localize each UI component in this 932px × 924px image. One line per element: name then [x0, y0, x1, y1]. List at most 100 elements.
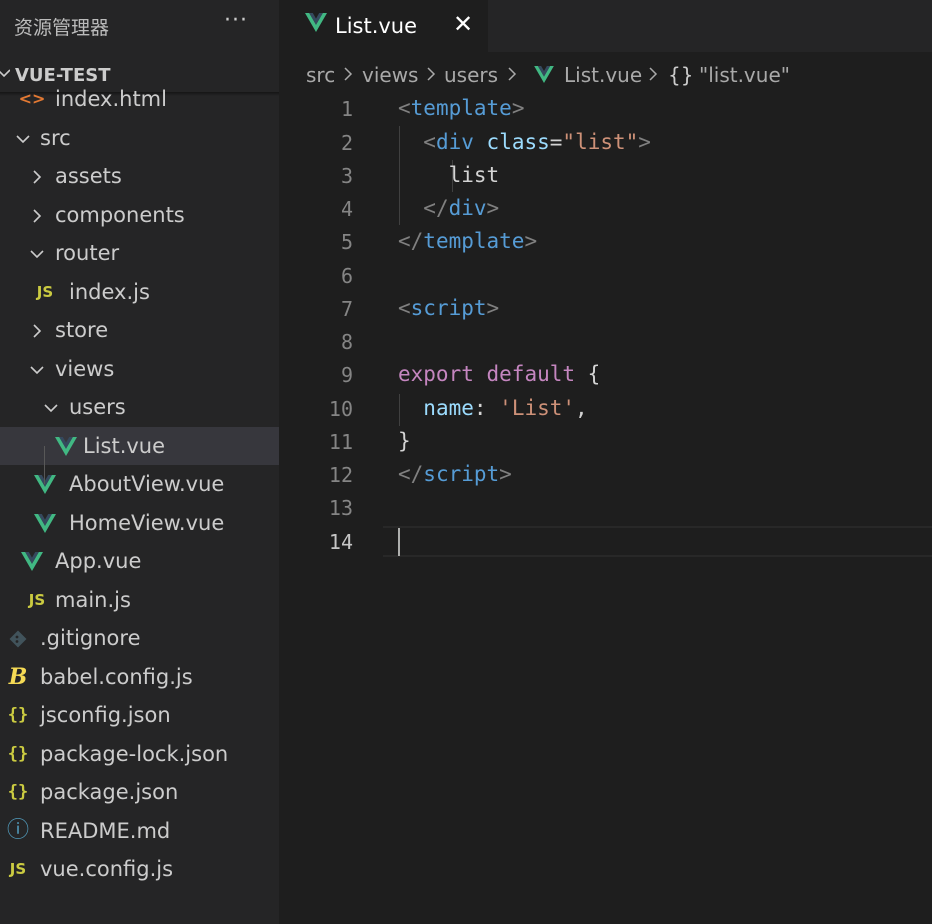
tree-item-jsconfig-json[interactable]: {} jsconfig.json: [0, 696, 279, 734]
explorer-title: 资源管理器: [14, 17, 110, 39]
tree-item-list-vue[interactable]: List.vue: [0, 427, 279, 465]
tree-item-label: .gitignore: [40, 626, 141, 650]
chevron-down-icon: [7, 119, 39, 157]
code-token: }: [398, 429, 411, 453]
code-token: div: [435, 130, 474, 154]
breadcrumb-item-symbol[interactable]: "list.vue": [699, 63, 790, 87]
code-token: </: [398, 229, 424, 253]
tree-item-label: views: [55, 357, 115, 381]
code-token: >: [524, 229, 538, 253]
code-line: export default {: [398, 362, 600, 386]
js-icon: JS: [9, 860, 27, 878]
text-cursor: [398, 528, 400, 556]
chevron-right-icon: [343, 64, 353, 89]
tree-item-label: router: [55, 241, 120, 265]
line-number: 9: [340, 363, 353, 387]
breadcrumb-item-users[interactable]: users: [444, 63, 498, 87]
code-token: >: [511, 96, 525, 120]
breadcrumb-item-file[interactable]: List.vue: [564, 63, 642, 87]
code-token: div: [448, 196, 487, 220]
code-token: script: [410, 296, 487, 320]
js-icon: JS: [28, 591, 46, 609]
chevron-down-icon: [21, 350, 53, 388]
line-number: 13: [328, 496, 353, 520]
tree-item-index-html[interactable]: <> index.html: [0, 80, 279, 118]
code-token: =: [549, 130, 563, 154]
tree-item-label: App.vue: [55, 549, 142, 573]
tree-item-package-json[interactable]: {} package.json: [0, 773, 279, 811]
info-icon: ⓘ: [6, 818, 29, 843]
code-line: name: 'List',: [398, 396, 588, 420]
breadcrumb-item-views[interactable]: views: [362, 63, 418, 87]
code-token: "list": [562, 130, 639, 154]
tree-item-src[interactable]: src: [0, 119, 279, 157]
tree-item-router[interactable]: router: [0, 234, 279, 272]
code-token: >: [638, 130, 651, 154]
tree-item-label: HomeView.vue: [69, 511, 225, 535]
code-token: >: [486, 196, 500, 220]
vue-icon: [305, 13, 327, 36]
code-token: 'List': [499, 396, 576, 420]
tree-item-index-js[interactable]: JS index.js: [0, 273, 279, 311]
breadcrumb-item-src[interactable]: src: [306, 63, 335, 87]
code-line: <div class="list">: [398, 130, 651, 154]
tree-item-components[interactable]: components: [0, 196, 279, 234]
tree-item-users[interactable]: users: [0, 388, 279, 426]
code-token: ,: [575, 396, 588, 420]
chevron-down-icon: [35, 388, 67, 426]
tree-item-gitignore[interactable]: .gitignore: [0, 619, 279, 657]
tree-item-babel-config-js[interactable]: Bbabel.config.js: [0, 658, 279, 696]
line-number: 8: [340, 330, 353, 354]
tree-item-assets[interactable]: assets: [0, 157, 279, 195]
code-token: list: [398, 163, 500, 187]
braces-icon: {}: [668, 63, 694, 87]
vue-icon: [29, 465, 61, 503]
tree-item-store[interactable]: store: [0, 311, 279, 349]
explorer-header: 资源管理器 ···: [0, 0, 279, 50]
tree-item-readme-md[interactable]: ⓘ README.md: [0, 812, 279, 850]
chevron-right-icon: [21, 311, 53, 349]
js-icon: JS: [36, 283, 54, 301]
tab-list-vue[interactable]: List.vue ✕: [279, 0, 488, 52]
tree-item-aboutview-vue[interactable]: AboutView.vue: [0, 465, 279, 503]
tree-item-vue-config-js[interactable]: JS vue.config.js: [0, 850, 279, 888]
tree-item-label: index.js: [69, 280, 150, 304]
tree-item-label: src: [40, 126, 71, 150]
tree-item-homeview-vue[interactable]: HomeView.vue: [0, 504, 279, 542]
line-number: 4: [340, 197, 353, 221]
vue-icon: [16, 542, 48, 580]
chevron-right-icon: [648, 64, 658, 89]
code-line: </script>: [398, 462, 512, 486]
line-number: 5: [340, 230, 353, 254]
close-icon[interactable]: ✕: [453, 10, 473, 38]
line-number: 12: [328, 463, 353, 487]
vue-icon: [29, 504, 61, 542]
chevron-right-icon: [21, 157, 53, 195]
code-line: <template>: [398, 96, 524, 120]
code-editor[interactable]: 1 2 3 4 5 6 7 8 9 10 11 12 13 14 <template> <div clas…: [279, 96, 932, 924]
line-number: 7: [340, 297, 353, 321]
git-icon: [2, 619, 34, 657]
code-token: :: [473, 396, 500, 420]
line-number: 3: [340, 164, 353, 188]
tree-item-package-lock-json[interactable]: {} package-lock.json: [0, 735, 279, 773]
tree-item-label: List.vue: [83, 434, 166, 458]
tree-item-label: package-lock.json: [40, 742, 229, 766]
tree-item-app-vue[interactable]: App.vue: [0, 542, 279, 580]
tree-item-label: index.html: [55, 87, 167, 111]
code-token: export: [398, 362, 474, 386]
more-actions-icon[interactable]: ···: [224, 8, 248, 33]
tree-item-label: components: [55, 203, 185, 227]
tree-item-label: README.md: [40, 819, 171, 843]
tree-item-views[interactable]: views: [0, 350, 279, 388]
code-token: {: [575, 362, 601, 386]
tree-item-label: jsconfig.json: [40, 703, 171, 727]
json-icon: {}: [7, 782, 29, 802]
html-icon: <>: [18, 89, 46, 108]
tree-item-main-js[interactable]: JS main.js: [0, 581, 279, 619]
line-number: 11: [328, 430, 353, 454]
code-token: script: [423, 462, 500, 486]
